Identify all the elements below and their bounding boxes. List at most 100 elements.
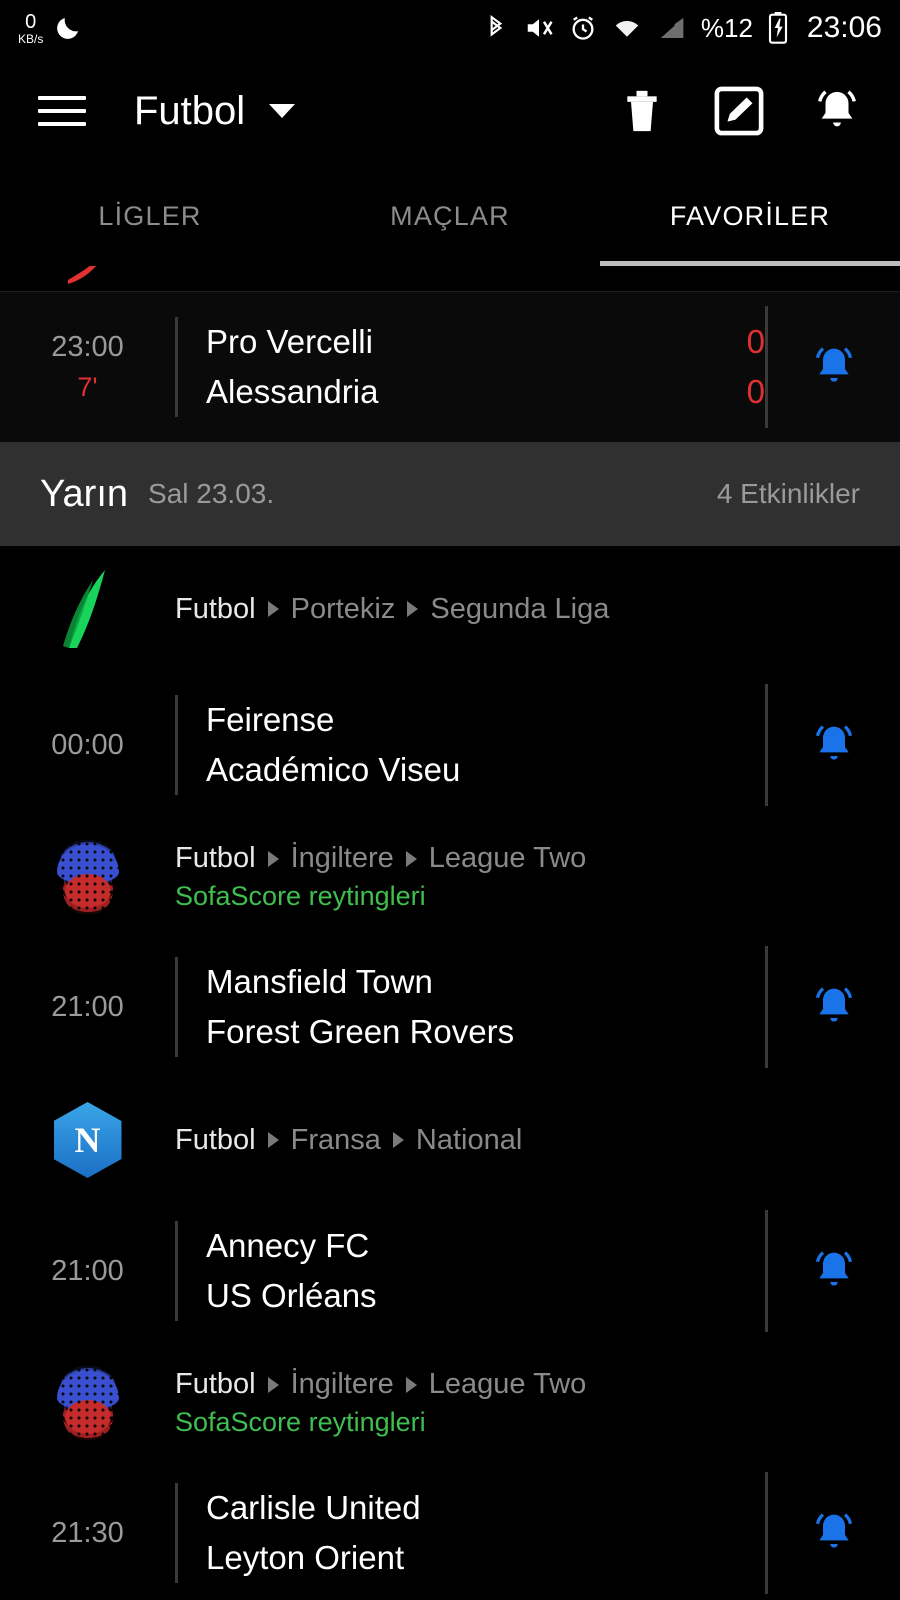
status-bar-left: 0 KB/s bbox=[18, 12, 83, 45]
away-team-name: Académico Viseu bbox=[206, 751, 461, 788]
away-team-name: Forest Green Rovers bbox=[206, 1013, 515, 1050]
notification-bell-icon[interactable] bbox=[812, 1246, 856, 1296]
league-header-ingiltere-2[interactable]: Futbol İngiltere League Two SofaScore re… bbox=[0, 1346, 900, 1458]
bluetooth-icon bbox=[483, 13, 509, 43]
match-live-minute: 7' bbox=[77, 372, 98, 402]
league-logo-slot: N bbox=[0, 1102, 175, 1178]
day-header-title: Yarın bbox=[40, 472, 129, 515]
partial-league-logo bbox=[68, 266, 97, 284]
league-logo-slot bbox=[0, 840, 175, 914]
match-start-time: 21:30 bbox=[51, 1516, 124, 1549]
match-scores: 0 0 bbox=[685, 317, 765, 417]
breadcrumb-sport: Futbol bbox=[175, 1123, 256, 1156]
tab-maclar[interactable]: MAÇLAR bbox=[300, 201, 600, 232]
home-team-score: 0 bbox=[746, 322, 765, 360]
breadcrumb-league: National bbox=[415, 1123, 523, 1156]
match-start-time: 23:00 bbox=[51, 331, 124, 363]
chevron-right-icon bbox=[407, 601, 419, 617]
notification-bell-icon[interactable] bbox=[812, 982, 856, 1032]
match-time-block: 21:00 bbox=[0, 1255, 175, 1288]
match-time-block: 23:00 7' bbox=[0, 331, 175, 403]
status-bar-clock: 23:06 bbox=[806, 11, 882, 44]
tab-favoriler[interactable]: FAVORİLER bbox=[600, 201, 900, 232]
breadcrumb-sport: Futbol bbox=[175, 842, 256, 874]
notification-bell-icon[interactable] bbox=[812, 1508, 856, 1558]
status-bar-right: %12 23:06 bbox=[483, 11, 882, 45]
breadcrumb-country: Fransa bbox=[290, 1123, 381, 1156]
partially-scrolled-league-header bbox=[0, 266, 900, 292]
mute-icon bbox=[523, 13, 555, 43]
day-header-date: Sal 23.03. bbox=[148, 478, 275, 509]
match-notification-toggle[interactable] bbox=[765, 684, 900, 806]
network-speed-unit: KB/s bbox=[18, 31, 44, 46]
notification-bell-icon[interactable] bbox=[814, 85, 860, 137]
match-notification-toggle[interactable] bbox=[765, 1472, 900, 1594]
wifi-icon bbox=[611, 13, 643, 43]
chevron-right-icon bbox=[267, 1132, 279, 1148]
home-team-name: Feirense bbox=[206, 700, 335, 738]
match-teams: Feirense Académico Viseu bbox=[175, 694, 765, 796]
match-row[interactable]: 00:00 Feirense Académico Viseu bbox=[0, 670, 900, 820]
edit-icon[interactable] bbox=[714, 86, 764, 136]
day-header: Yarın Sal 23.03. 4 Etkinlikler bbox=[0, 442, 900, 546]
national-hexagon-logo: N bbox=[53, 1102, 122, 1178]
network-speed-indicator: 0 KB/s bbox=[18, 12, 43, 45]
match-teams: Annecy FC US Orléans bbox=[175, 1220, 765, 1322]
match-time-block: 21:00 bbox=[0, 991, 175, 1024]
match-row[interactable]: 21:00 Mansfield Town Forest Green Rovers bbox=[0, 932, 900, 1082]
league-text: Futbol İngiltere League Two SofaScore re… bbox=[175, 1368, 900, 1438]
breadcrumb-league: Segunda Liga bbox=[430, 592, 610, 625]
breadcrumb: Futbol Fransa National bbox=[175, 1124, 900, 1157]
breadcrumb-league: League Two bbox=[428, 1368, 587, 1400]
league-header-portekiz[interactable]: Futbol Portekiz Segunda Liga bbox=[0, 546, 900, 670]
league-text: Futbol Portekiz Segunda Liga bbox=[175, 593, 900, 626]
sofascore-logo bbox=[50, 840, 125, 914]
away-team-score: 0 bbox=[746, 373, 765, 410]
notification-bell-icon[interactable] bbox=[812, 342, 856, 392]
battery-charging-icon bbox=[767, 12, 789, 44]
breadcrumb-league: League Two bbox=[428, 842, 587, 874]
tab-bar: LİGLER MAÇLAR FAVORİLER bbox=[0, 166, 900, 266]
league-text: Futbol Fransa National bbox=[175, 1124, 900, 1157]
match-notification-toggle[interactable] bbox=[765, 1210, 900, 1332]
breadcrumb: Futbol İngiltere League Two bbox=[175, 842, 900, 875]
home-team-name: Mansfield Town bbox=[206, 962, 433, 1000]
home-team-name: Pro Vercelli bbox=[206, 322, 373, 360]
chevron-right-icon bbox=[405, 850, 417, 867]
match-teams: Carlisle United Leyton Orient bbox=[175, 1482, 765, 1584]
hamburger-icon[interactable] bbox=[38, 96, 86, 126]
match-notification-toggle[interactable] bbox=[765, 946, 900, 1068]
match-row[interactable]: 21:30 Carlisle United Leyton Orient bbox=[0, 1458, 900, 1600]
match-time-block: 00:00 bbox=[0, 729, 175, 762]
match-time-block: 21:30 bbox=[0, 1517, 175, 1550]
network-speed-value: 0 bbox=[25, 10, 37, 33]
chevron-right-icon bbox=[405, 1376, 417, 1393]
home-team-name: Annecy FC bbox=[206, 1226, 370, 1264]
moon-icon bbox=[53, 13, 83, 43]
alarm-icon bbox=[569, 13, 597, 43]
notification-bell-icon[interactable] bbox=[812, 720, 856, 770]
league-logo-slot bbox=[0, 566, 175, 652]
breadcrumb: Futbol İngiltere League Two bbox=[175, 1368, 900, 1401]
league-subtitle: SofaScore reytingleri bbox=[175, 881, 426, 911]
status-bar: 0 KB/s %12 23:06 bbox=[0, 0, 900, 56]
chevron-down-icon[interactable] bbox=[269, 104, 296, 118]
trash-icon[interactable] bbox=[620, 86, 664, 136]
breadcrumb-sport: Futbol bbox=[175, 1368, 256, 1400]
away-team-name: US Orléans bbox=[206, 1277, 377, 1314]
match-teams: Pro Vercelli Alessandria bbox=[175, 316, 685, 418]
league-header-fransa[interactable]: N Futbol Fransa National bbox=[0, 1082, 900, 1196]
chevron-right-icon bbox=[392, 1132, 404, 1148]
league-header-ingiltere-1[interactable]: Futbol İngiltere League Two SofaScore re… bbox=[0, 820, 900, 932]
home-team-name: Carlisle United bbox=[206, 1488, 421, 1526]
sofascore-logo bbox=[50, 1366, 125, 1440]
match-row[interactable]: 21:00 Annecy FC US Orléans bbox=[0, 1196, 900, 1346]
league-logo-slot bbox=[0, 1366, 175, 1440]
breadcrumb-country: İngiltere bbox=[290, 1368, 394, 1400]
match-notification-toggle[interactable] bbox=[765, 306, 900, 428]
match-start-time: 21:00 bbox=[51, 1254, 124, 1287]
match-row-live[interactable]: 23:00 7' Pro Vercelli Alessandria 0 0 bbox=[0, 292, 900, 442]
tab-ligler[interactable]: LİGLER bbox=[0, 201, 300, 232]
chevron-right-icon bbox=[267, 850, 279, 867]
away-team-name: Leyton Orient bbox=[206, 1539, 405, 1576]
